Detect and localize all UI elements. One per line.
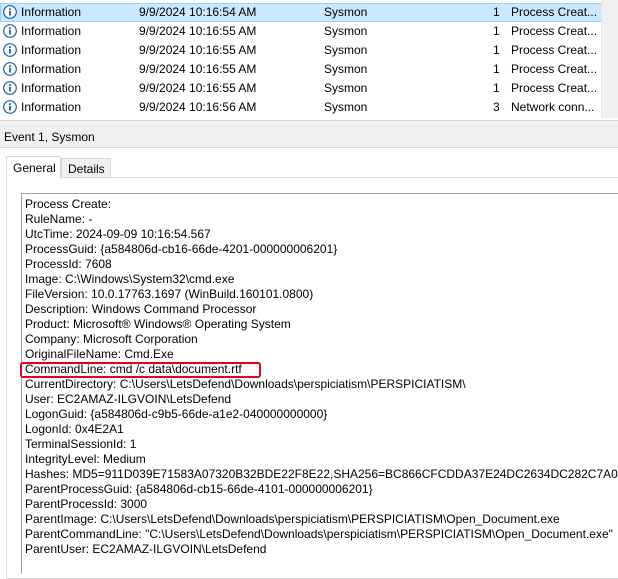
event-row[interactable]: Information 9/9/2024 10:16:56 AM Sysmon 3 Ne… xyxy=(0,98,602,117)
event-task: Network conn... xyxy=(511,100,595,114)
event-details-text[interactable]: Process Create: RuleName: - UtcTime: 2024-… xyxy=(21,193,618,574)
detail-line: Process Create: xyxy=(25,197,112,211)
detail-line: ParentProcessGuid: {a584806d-cb15-66de-4… xyxy=(25,482,373,496)
info-icon xyxy=(3,100,17,114)
detail-line: RuleName: - xyxy=(25,212,93,226)
info-icon xyxy=(3,5,17,19)
event-level: Information xyxy=(21,5,82,19)
event-task: Process Creat... xyxy=(511,5,598,19)
detail-line: ParentCommandLine: "C:\Users\LetsDefend\… xyxy=(25,527,613,541)
event-level: Information xyxy=(21,81,82,95)
event-id: 1 xyxy=(493,43,500,57)
event-source: Sysmon xyxy=(324,62,368,76)
event-date: 9/9/2024 10:16:55 AM xyxy=(139,24,257,38)
detail-line: LogonId: 0x4E2A1 xyxy=(25,422,124,436)
detail-line: ProcessId: 7608 xyxy=(25,257,112,271)
detail-line: UtcTime: 2024-09-09 10:16:54.567 xyxy=(25,227,211,241)
event-level: Information xyxy=(21,24,82,38)
event-row[interactable]: Information 9/9/2024 10:16:55 AM Sysmon 1 Pr… xyxy=(0,79,602,98)
event-task: Process Creat... xyxy=(511,24,598,38)
detail-line: LogonGuid: {a584806d-c9b5-66de-a1e2-0400… xyxy=(25,407,328,421)
detail-line: User: EC2AMAZ-ILGVOIN\LetsDefend xyxy=(25,392,232,406)
event-task: Process Creat... xyxy=(511,43,598,57)
event-source: Sysmon xyxy=(324,81,368,95)
event-date: 9/9/2024 10:16:55 AM xyxy=(139,81,257,95)
event-row[interactable]: Information 9/9/2024 10:16:55 AM Sysmon 1 Pr… xyxy=(0,22,602,41)
event-source: Sysmon xyxy=(324,43,368,57)
detail-line: Hashes: MD5=911D039E71583A07320B32BDE22F… xyxy=(25,467,618,481)
detail-line: Product: Microsoft® Windows® Operating S… xyxy=(25,317,291,331)
event-id: 1 xyxy=(493,24,500,38)
event-list-scrollbar[interactable] xyxy=(601,0,618,118)
event-row[interactable]: Information 9/9/2024 10:16:54 AM Sysmon 1 Pr… xyxy=(0,3,602,22)
event-list[interactable]: Information 9/9/2024 10:16:54 AM Sysmon 1 Pr… xyxy=(0,3,602,117)
event-level: Information xyxy=(21,43,82,57)
commandline-highlight-box xyxy=(20,362,261,378)
detail-line: ProcessGuid: {a584806d-cb16-66de-4201-00… xyxy=(25,242,338,256)
detail-line: Description: Windows Command Processor xyxy=(25,302,257,316)
detail-line: FileVersion: 10.0.17763.1697 (WinBuild.1… xyxy=(25,287,314,301)
detail-line: OriginalFileName: Cmd.Exe xyxy=(25,347,174,361)
event-task: Process Creat... xyxy=(511,62,598,76)
detail-line: ParentImage: C:\Users\LetsDefend\Downloa… xyxy=(25,512,560,526)
event-source: Sysmon xyxy=(324,5,368,19)
event-date: 9/9/2024 10:16:55 AM xyxy=(139,43,257,57)
tab-details[interactable]: Details xyxy=(61,158,111,178)
event-level: Information xyxy=(21,100,82,114)
detail-line: ParentUser: EC2AMAZ-ILGVOIN\LetsDefend xyxy=(25,542,267,556)
event-source: Sysmon xyxy=(324,24,368,38)
event-date: 9/9/2024 10:16:56 AM xyxy=(139,100,257,114)
event-row[interactable]: Information 9/9/2024 10:16:55 AM Sysmon 1 Pr… xyxy=(0,41,602,60)
tab-general[interactable]: General xyxy=(6,156,61,179)
event-header: Event 1, Sysmon xyxy=(0,126,618,148)
event-level: Information xyxy=(21,62,82,76)
info-icon xyxy=(3,24,17,38)
detail-line: Company: Microsoft Corporation xyxy=(25,332,198,346)
event-task: Process Creat... xyxy=(511,81,598,95)
info-icon xyxy=(3,81,17,95)
detail-line: IntegrityLevel: Medium xyxy=(25,452,146,466)
info-icon xyxy=(3,62,17,76)
detail-line: Image: C:\Windows\System32\cmd.exe xyxy=(25,272,235,286)
event-id: 1 xyxy=(493,5,500,19)
detail-line: TerminalSessionId: 1 xyxy=(25,437,137,451)
detail-line: CurrentDirectory: C:\Users\LetsDefend\Do… xyxy=(25,377,466,391)
event-row[interactable]: Information 9/9/2024 10:16:55 AM Sysmon 1 Pr… xyxy=(0,60,602,79)
event-source: Sysmon xyxy=(324,100,368,114)
info-icon xyxy=(3,43,17,57)
event-id: 1 xyxy=(493,62,500,76)
event-date: 9/9/2024 10:16:54 AM xyxy=(139,5,257,19)
event-id: 3 xyxy=(493,100,500,114)
event-id: 1 xyxy=(493,81,500,95)
event-date: 9/9/2024 10:16:55 AM xyxy=(139,62,257,76)
detail-line: ParentProcessId: 3000 xyxy=(25,497,148,511)
